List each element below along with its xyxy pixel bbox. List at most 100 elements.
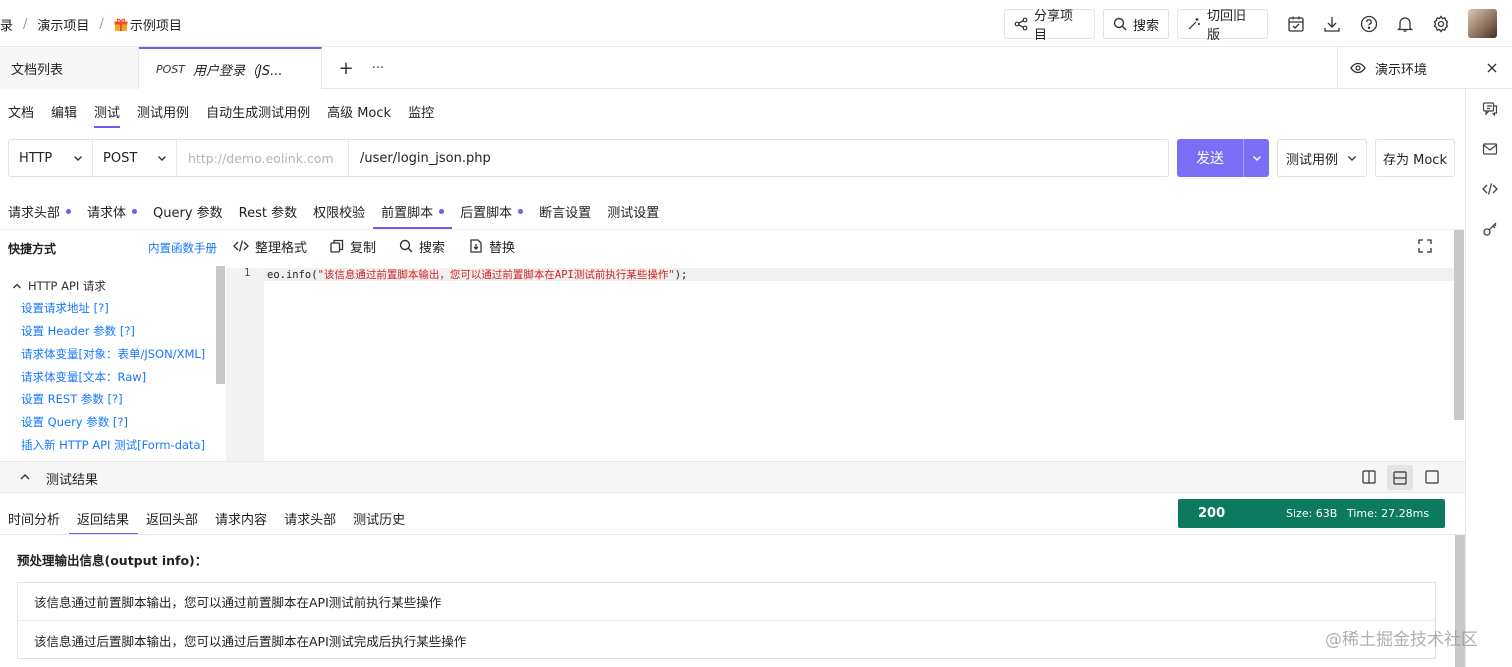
shortcut-group-http[interactable]: HTTP API 请求 bbox=[12, 278, 106, 294]
output-info-heading: 预处理输出信息(output info)： bbox=[17, 553, 208, 568]
tab-request-body-label: 请求体 bbox=[87, 205, 127, 221]
avatar[interactable] bbox=[1468, 9, 1497, 38]
builtin-functions-manual-link[interactable]: 内置函数手册 bbox=[148, 240, 217, 256]
format-code-button[interactable]: 整理格式 bbox=[233, 237, 308, 256]
method-select[interactable]: POST bbox=[93, 140, 177, 176]
shortcut-item[interactable]: 设置 Query 参数 [?] bbox=[21, 414, 128, 430]
save-as-mock-button[interactable]: 存为 Mock bbox=[1375, 139, 1455, 177]
tab-post-script-label: 后置脚本 bbox=[460, 205, 513, 221]
tab-auth[interactable]: 权限校验 bbox=[305, 193, 373, 229]
tab-test-history[interactable]: 测试历史 bbox=[345, 503, 414, 533]
breadcrumb-project-group[interactable]: 演示项目 bbox=[37, 15, 89, 34]
request-url-bar: HTTP POST http://demo.eolink.com /user/l… bbox=[8, 139, 1169, 177]
eye-icon bbox=[1350, 60, 1366, 76]
tab-document-list[interactable]: 文档列表 bbox=[0, 47, 139, 89]
host-input[interactable]: http://demo.eolink.com bbox=[177, 140, 349, 176]
magic-wand-icon bbox=[1187, 17, 1201, 31]
search-label: 搜索 bbox=[1133, 18, 1160, 34]
subnav-test[interactable]: 测试 bbox=[86, 92, 129, 130]
subnav-monitor[interactable]: 监控 bbox=[400, 92, 443, 130]
shortcuts-panel: 快捷方式 内置函数手册 HTTP API 请求 设置请求地址 [?] 设置 He… bbox=[0, 229, 226, 461]
chevron-down-icon[interactable] bbox=[1244, 152, 1269, 164]
path-input[interactable]: /user/login_json.php bbox=[349, 140, 1168, 176]
maximize-panel-icon[interactable] bbox=[1424, 469, 1440, 485]
response-size: Size: 63B bbox=[1286, 507, 1338, 520]
code-suffix: ); bbox=[674, 269, 688, 281]
tab-pre-script[interactable]: 前置脚本 bbox=[373, 193, 453, 229]
tab-request-headers[interactable]: 请求头部 bbox=[0, 193, 79, 229]
tab-response-body[interactable]: 返回结果 bbox=[69, 503, 139, 535]
subnav-edit[interactable]: 编辑 bbox=[43, 92, 86, 130]
fullscreen-icon[interactable] bbox=[1417, 238, 1433, 254]
editor-scrollbar[interactable] bbox=[1454, 230, 1464, 420]
subnav-advanced-mock[interactable]: 高级 Mock bbox=[319, 92, 400, 130]
tab-post-script[interactable]: 后置脚本 bbox=[452, 193, 531, 229]
code-line[interactable]: eo.info("该信息通过前置脚本输出，您可以通过前置脚本在API测试前执行某… bbox=[267, 267, 687, 282]
tab-rest-params-label: Rest 参数 bbox=[238, 205, 298, 221]
search-button[interactable]: 搜索 bbox=[1103, 9, 1169, 39]
add-tab-button[interactable]: + bbox=[338, 47, 354, 89]
settings-gear-icon[interactable] bbox=[1430, 13, 1452, 35]
protocol-select[interactable]: HTTP bbox=[9, 140, 93, 176]
code-icon[interactable] bbox=[1480, 179, 1500, 199]
more-tabs-button[interactable]: ··· bbox=[370, 47, 386, 89]
tab-active-api[interactable]: POST 用户登录（JS... bbox=[139, 47, 322, 89]
chevron-down-icon bbox=[156, 152, 168, 164]
test-case-dropdown[interactable]: 测试用例 bbox=[1277, 139, 1367, 177]
subnav-doc[interactable]: 文档 bbox=[0, 92, 43, 130]
subnav-test-cases[interactable]: 测试用例 bbox=[129, 92, 198, 130]
help-icon[interactable] bbox=[1358, 13, 1380, 35]
tab-rest-params[interactable]: Rest 参数 bbox=[231, 193, 305, 229]
shortcut-item[interactable]: 请求体变量[文本：Raw] bbox=[21, 369, 146, 385]
environment-selector[interactable]: 演示环境 bbox=[1337, 47, 1512, 89]
tab-request-body[interactable]: 请求体 bbox=[79, 193, 145, 229]
replace-button[interactable]: 替换 bbox=[469, 237, 515, 256]
modified-dot bbox=[518, 208, 524, 214]
comment-icon[interactable] bbox=[1480, 99, 1500, 119]
key-icon[interactable] bbox=[1480, 219, 1500, 239]
line-number: 1 bbox=[244, 267, 251, 279]
tab-query-params[interactable]: Query 参数 bbox=[145, 193, 231, 229]
split-vertical-icon[interactable] bbox=[1361, 469, 1377, 485]
send-button[interactable]: 发送 bbox=[1177, 139, 1269, 177]
subnav-auto-generate-cases[interactable]: 自动生成测试用例 bbox=[198, 92, 319, 130]
switch-old-version-button[interactable]: 切回旧版 bbox=[1177, 9, 1268, 43]
tab-request-content[interactable]: 请求内容 bbox=[207, 503, 276, 533]
shortcut-item[interactable]: 插入新 HTTP API 测试[Form-data] bbox=[21, 437, 205, 453]
response-status-bar: 200 Size: 63B Time: 27.28ms bbox=[1178, 499, 1445, 528]
split-horizontal-icon[interactable] bbox=[1387, 465, 1413, 490]
breadcrumb-root[interactable]: 录 bbox=[0, 15, 13, 34]
environment-label: 演示环境 bbox=[1375, 62, 1428, 78]
copy-label: 复制 bbox=[350, 240, 377, 256]
shortcut-item[interactable]: 请求体变量[对象：表单/JSON/XML] bbox=[21, 346, 205, 362]
shortcut-item[interactable]: 设置请求地址 [?] bbox=[21, 300, 109, 316]
tab-assertions[interactable]: 断言设置 bbox=[531, 193, 599, 229]
shortcut-item[interactable]: 设置 Header 参数 [?] bbox=[21, 323, 135, 339]
format-code-label: 整理格式 bbox=[255, 240, 308, 256]
bell-icon[interactable] bbox=[1394, 13, 1416, 35]
close-icon[interactable] bbox=[1486, 62, 1498, 74]
tab-result-request-headers[interactable]: 请求头部 bbox=[276, 503, 345, 533]
shortcut-item[interactable]: 设置 REST 参数 [?] bbox=[21, 391, 123, 407]
chevron-down-icon bbox=[72, 152, 84, 164]
share-project-label: 分享项目 bbox=[1034, 9, 1074, 43]
result-tabs: 时间分析 返回结果 返回头部 请求内容 请求头部 测试历史 bbox=[0, 503, 414, 535]
chevron-up-icon[interactable] bbox=[19, 471, 31, 483]
tab-time-analysis[interactable]: 时间分析 bbox=[0, 503, 69, 533]
copy-button[interactable]: 复制 bbox=[330, 237, 377, 256]
breadcrumb-project[interactable]: 示例项目 bbox=[130, 15, 182, 34]
shortcuts-scrollbar[interactable] bbox=[216, 266, 225, 384]
download-icon[interactable] bbox=[1321, 13, 1343, 35]
tab-pre-script-label: 前置脚本 bbox=[381, 205, 434, 221]
calendar-check-icon[interactable] bbox=[1285, 13, 1307, 35]
editor-search-button[interactable]: 搜索 bbox=[399, 237, 445, 256]
watermark: @稀土掘金技术社区 bbox=[1325, 630, 1478, 650]
mail-icon[interactable] bbox=[1480, 139, 1500, 159]
tab-response-headers[interactable]: 返回头部 bbox=[138, 503, 207, 533]
tab-active-title: 用户登录（JS... bbox=[193, 63, 283, 79]
search-icon bbox=[399, 239, 413, 253]
test-results-header[interactable]: 测试结果 bbox=[0, 461, 1465, 493]
code-brackets-icon bbox=[233, 239, 249, 253]
share-project-button[interactable]: 分享项目 bbox=[1004, 9, 1095, 43]
tab-test-settings[interactable]: 测试设置 bbox=[599, 193, 667, 229]
